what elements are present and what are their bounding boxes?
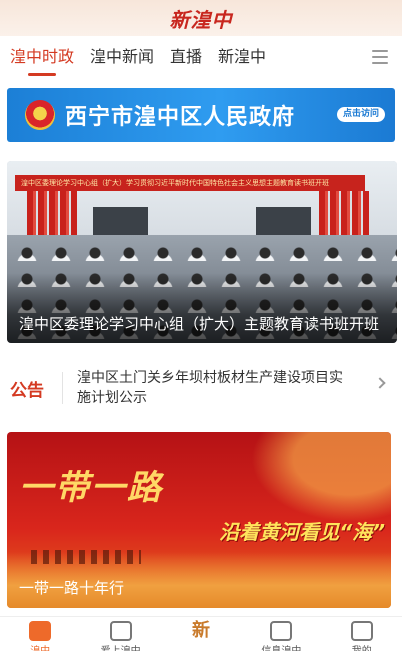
promo-calligraphy: 一带一路	[19, 468, 163, 508]
belt-and-road-promo-card[interactable]: 一带一路 沿着黄河看见“海” 一带一路十年行	[7, 432, 391, 608]
xin-logo-icon: 新	[191, 620, 210, 641]
nav-label: 湟中	[30, 642, 50, 651]
government-title: 西宁市湟中区人民政府	[65, 105, 296, 130]
user-icon	[350, 621, 373, 641]
tab-new-huangzhong[interactable]: 新湟中	[218, 38, 266, 78]
tab-live[interactable]: 直播	[170, 38, 202, 78]
chat-bubble-icon	[270, 621, 293, 641]
channel-tabs: 湟中时政 湟中新闻 直播 新湟中	[0, 38, 402, 78]
nav-item-info-huangzhong[interactable]: 信息湟中	[246, 617, 316, 651]
announcement-label: 公告	[10, 380, 44, 401]
document-icon	[29, 621, 52, 641]
government-portal-banner[interactable]: 西宁市湟中区人民政府 点击访问	[7, 88, 395, 142]
visit-button[interactable]: 点击访问	[336, 107, 385, 122]
divider	[62, 372, 63, 404]
home-icon	[109, 621, 132, 641]
nav-label: 爱上湟中	[101, 642, 141, 651]
meeting-banner-text: 湟中区委理论学习中心组（扩大）学习贯彻习近平新时代中国特色社会主义思想主题教育读…	[15, 175, 365, 191]
nav-label: 信息湟中	[261, 642, 301, 651]
promo-caption: 一带一路十年行	[19, 579, 125, 597]
tab-huangzhong-politics[interactable]: 湟中时政	[10, 38, 74, 78]
red-flags-right	[319, 191, 369, 236]
camel-caravan-icon	[31, 550, 141, 564]
red-flags-left	[27, 191, 77, 236]
chevron-right-icon	[374, 377, 386, 389]
tab-huangzhong-news[interactable]: 湟中新闻	[90, 38, 154, 78]
screen-right	[256, 207, 311, 235]
national-emblem-icon	[25, 100, 55, 130]
promo-slogan: 沿着黄河看见“海”	[219, 520, 385, 544]
wheat-decoration	[251, 432, 391, 522]
nav-item-huangzhong[interactable]: 湟中	[5, 617, 75, 651]
app-header: 新湟中	[0, 0, 402, 36]
nav-label: 我的	[352, 642, 372, 651]
menu-icon[interactable]	[372, 50, 388, 64]
announcement-text: 湟中区土门关乡年坝村板材生产建设项目实施计划公示	[77, 370, 343, 406]
announcement-row[interactable]: 公告 湟中区土门关乡年坝村板材生产建设项目实施计划公示	[0, 360, 402, 416]
headline-news-card[interactable]: 湟中区委理论学习中心组（扩大）学习贯彻习近平新时代中国特色社会主义思想主题教育读…	[7, 161, 397, 343]
bottom-navigation: 湟中 爱上湟中 新 信息湟中 我的	[0, 616, 402, 651]
news-title: 湟中区委理论学习中心组（扩大）主题教育读书班开班	[19, 315, 380, 333]
app-logo: 新湟中	[169, 7, 233, 32]
nav-item-love-huangzhong[interactable]: 爱上湟中	[86, 617, 156, 651]
nav-item-mine[interactable]: 我的	[327, 617, 397, 651]
nav-item-xin[interactable]: 新	[166, 617, 236, 641]
screen-left	[93, 207, 148, 235]
